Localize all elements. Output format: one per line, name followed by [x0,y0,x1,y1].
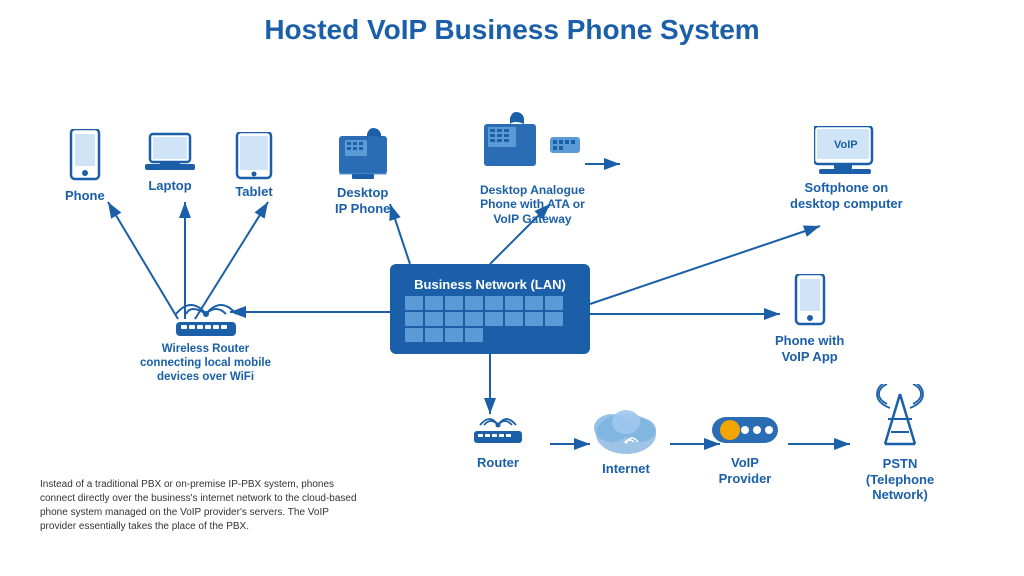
device-desktop-ip: Desktop IP Phone [335,126,390,216]
pstn-label: PSTN (Telephone Network) [866,456,934,503]
bottom-router-label: Router [477,455,519,471]
device-analogue: Desktop Analogue Phone with ATA or VoIP … [480,109,585,226]
business-network: Business Network (LAN) [390,264,590,354]
phone-voip-app: Phone with VoIP App [775,274,844,364]
tablet-icon [235,132,273,180]
pstn-icon [865,384,935,452]
page: Hosted VoIP Business Phone System [0,0,1024,576]
wireless-router: Wireless Router connecting local mobile … [140,284,271,384]
internet-label: Internet [602,461,650,477]
device-laptop: Laptop [145,132,195,194]
phone-voip-label: Phone with VoIP App [775,333,844,364]
wireless-router-icon [166,284,246,339]
info-box: Instead of a traditional PBX or on-premi… [40,478,360,534]
analogue-icon [482,109,582,179]
bottom-pstn: PSTN (Telephone Network) [865,384,935,503]
softphone-icon: VoIP [814,126,879,176]
bottom-internet: Internet [590,402,662,477]
desktop-ip-label: Desktop IP Phone [335,185,390,216]
phone-label: Phone [65,188,105,204]
laptop-icon [145,132,195,174]
device-phone: Phone [65,129,105,204]
voip-provider-label: VoIP Provider [719,455,772,486]
biz-network-windows [405,296,575,342]
laptop-label: Laptop [148,178,191,194]
device-tablet: Tablet [235,132,273,200]
wireless-router-label: Wireless Router connecting local mobile … [140,343,271,384]
tablet-label: Tablet [235,184,272,200]
page-title: Hosted VoIP Business Phone System [20,10,1004,46]
svg-text:VoIP: VoIP [834,139,858,151]
info-text: Instead of a traditional PBX or on-premi… [40,479,357,532]
softphone-label: Softphone on desktop computer [790,180,903,211]
diagram: Phone Laptop Tablet [20,54,1004,544]
bottom-router-icon [468,409,528,451]
biz-network-label: Business Network (LAN) [414,277,566,292]
bottom-voip-provider: VoIP Provider [710,409,780,486]
bottom-router: Router [468,409,528,471]
analogue-label: Desktop Analogue Phone with ATA or VoIP … [480,183,585,226]
voip-provider-icon [710,409,780,451]
internet-icon [590,402,662,457]
phone-voip-icon [792,274,828,329]
device-softphone: VoIP Softphone on desktop computer [790,126,903,211]
desktop-ip-icon [337,126,389,181]
phone-icon [67,129,103,184]
